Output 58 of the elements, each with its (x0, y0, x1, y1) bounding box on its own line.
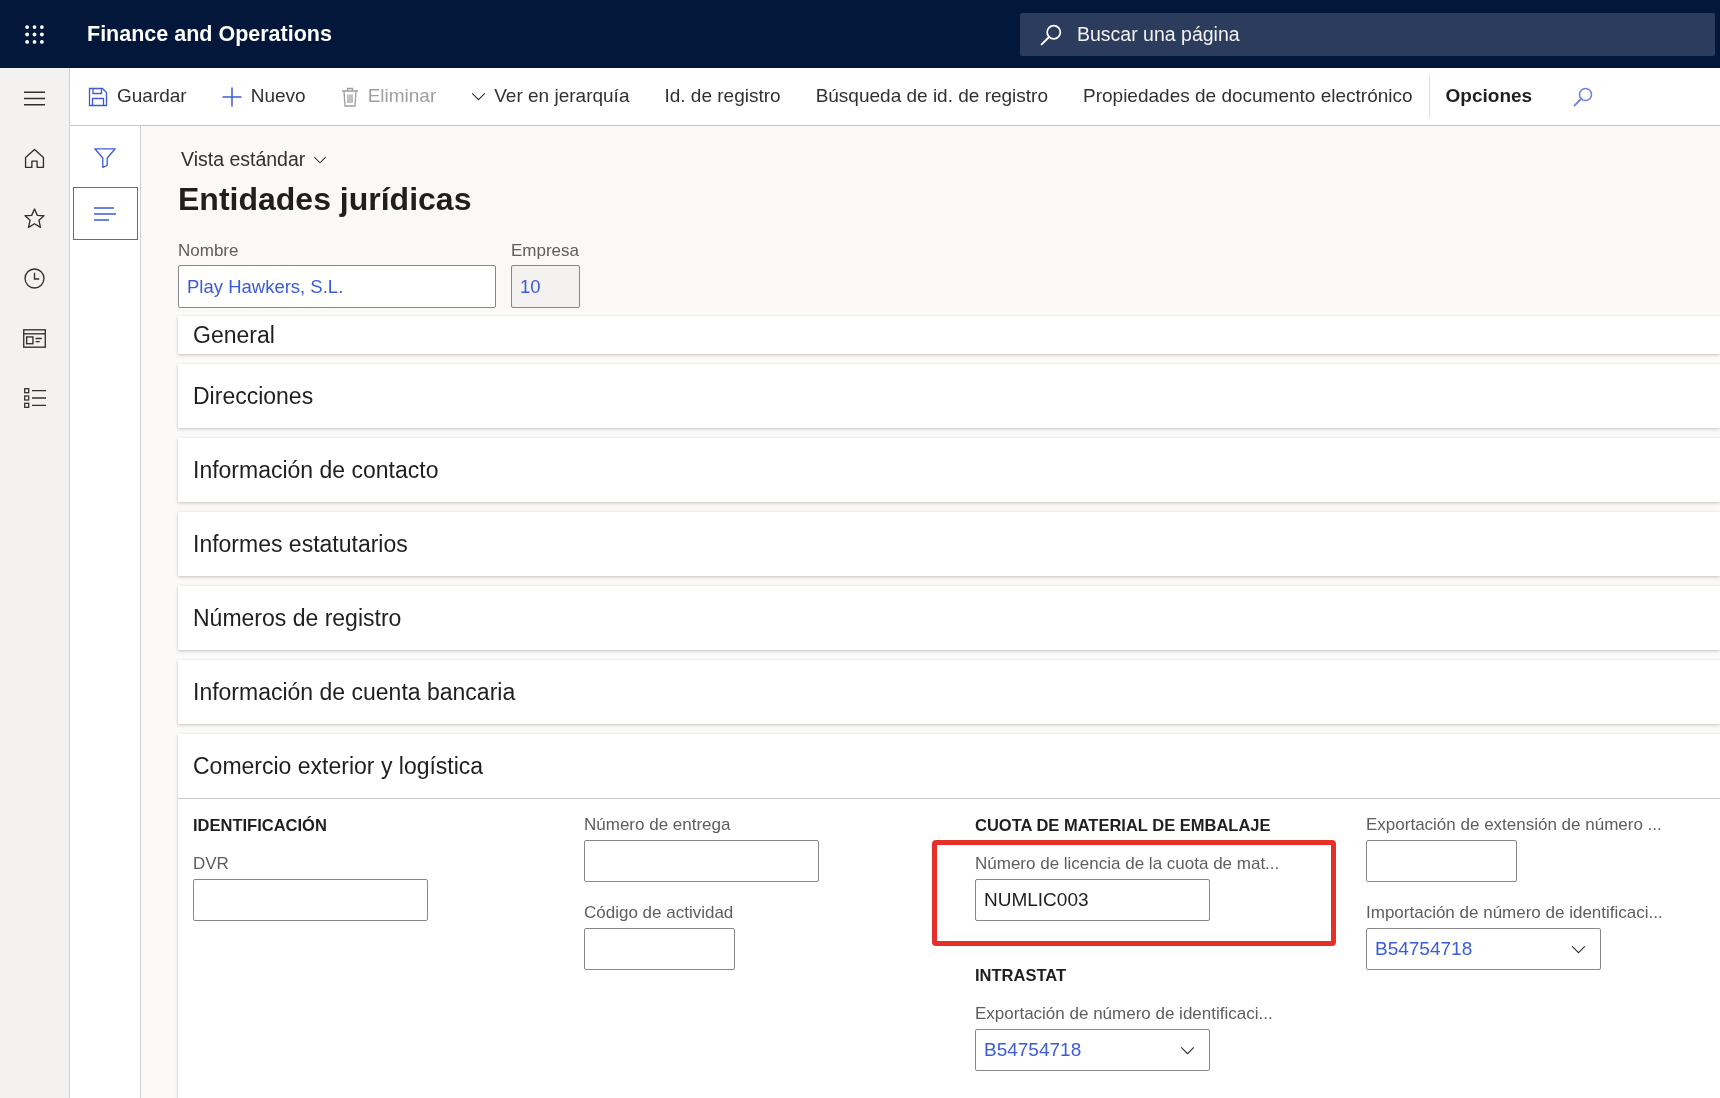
group-heading: INTRASTAT (975, 965, 1067, 986)
home-icon[interactable] (24, 147, 45, 169)
action-button[interactable]: Propiedades de documento electrónico (1083, 76, 1413, 117)
field-label: Nombre (178, 240, 239, 262)
text-field[interactable] (584, 840, 819, 882)
chevron-down-icon (471, 92, 487, 101)
section-header[interactable]: General (178, 316, 1720, 354)
section-header[interactable]: Información de cuenta bancaria (178, 660, 1720, 724)
plus-icon (221, 86, 242, 107)
chevron-down-icon (1180, 1046, 1195, 1055)
app-launcher-icon[interactable] (25, 24, 44, 44)
search-field[interactable]: Buscar una página (1020, 12, 1715, 56)
chevron-down-icon (313, 156, 328, 164)
star-icon[interactable] (24, 207, 45, 229)
view-selector[interactable]: Vista estándar (181, 147, 328, 173)
text-field[interactable]: NUMLIC003 (975, 879, 1210, 921)
action-button[interactable]: Búsqueda de id. de registro (815, 76, 1048, 117)
field-label: Número de entrega (584, 814, 731, 836)
dropdown-field[interactable]: B54754718 (975, 1029, 1210, 1071)
field-label: Exportación de extensión de número ... (1366, 814, 1662, 836)
field-label: Código de actividad (584, 902, 734, 924)
search-icon[interactable] (1573, 86, 1594, 107)
chevron-down-icon (1571, 945, 1586, 954)
group-heading: IDENTIFICACIÓN (193, 815, 327, 836)
section-header[interactable]: Información de contacto (178, 438, 1720, 502)
menu-icon[interactable] (24, 90, 45, 106)
section-header[interactable]: Informes estatutarios (178, 512, 1720, 576)
text-field[interactable] (584, 928, 735, 970)
text-field[interactable] (193, 879, 428, 921)
menu-button[interactable]: Ver en jerarquía (471, 76, 630, 117)
section-header[interactable]: Direcciones (178, 364, 1720, 428)
field-label: DVR (193, 853, 229, 875)
save-icon (88, 86, 108, 107)
field-label: Importación de número de identificaci... (1366, 902, 1663, 924)
action-button[interactable]: Id. de registro (664, 76, 781, 117)
filter-icon (94, 147, 116, 168)
group-heading: CUOTA DE MATERIAL DE EMBALAJE (975, 815, 1271, 836)
text-field[interactable] (1366, 840, 1517, 882)
app-title: Finance and Operations (87, 20, 332, 48)
field-label: Empresa (511, 240, 580, 262)
clock-icon[interactable] (24, 267, 45, 289)
new-button[interactable]: Nuevo (221, 76, 306, 117)
section-header[interactable]: Comercio exterior y logística (178, 734, 1720, 799)
field-label: Número de licencia de la cuota de mat... (975, 853, 1280, 875)
field-label: Exportación de número de identificaci... (975, 1003, 1273, 1025)
checklist-icon[interactable] (23, 388, 46, 408)
save-button[interactable]: Guardar (88, 76, 187, 117)
details-button[interactable] (72, 187, 138, 240)
dropdown-field[interactable]: B54754718 (1366, 928, 1601, 970)
workspace-icon[interactable] (23, 328, 46, 348)
page-title: Entidades jurídicas (178, 180, 472, 219)
text-field[interactable]: Play Hawkers, S.L. (178, 265, 496, 308)
search-icon (1040, 23, 1062, 46)
text-field[interactable]: 10 (511, 265, 580, 308)
action-tab[interactable]: Opciones (1445, 76, 1533, 117)
trash-icon (340, 86, 359, 107)
lines-icon (94, 206, 116, 221)
section-header[interactable]: Números de registro (178, 586, 1720, 650)
